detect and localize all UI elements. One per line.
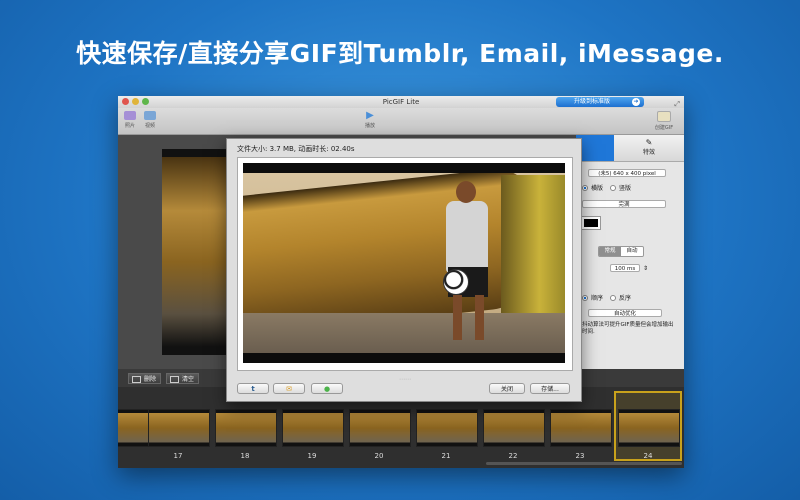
size-row: (未5) 640 x 400 pixel bbox=[588, 169, 666, 177]
clear-label: 清空 bbox=[182, 376, 195, 383]
toolbar-photo-label: 照片 bbox=[124, 123, 135, 129]
delay-row: 100 ms ⇕ bbox=[610, 264, 648, 272]
toolbar-create-gif-button[interactable]: 创建GIF bbox=[648, 111, 680, 131]
speed-row: 常规 自动 bbox=[598, 246, 644, 257]
frame-number: 20 bbox=[374, 452, 384, 460]
filmstrip-scrollbar[interactable] bbox=[486, 462, 682, 465]
play-icon: ▶ bbox=[366, 110, 374, 121]
tumblr-share-button[interactable]: t bbox=[237, 383, 269, 394]
toolbar-create-gif-label: 创建GIF bbox=[654, 125, 674, 131]
toolbar: 照片 视频 ▶ 播放 创建GIF bbox=[118, 108, 684, 135]
frame-number: 23 bbox=[575, 452, 585, 460]
upgrade-button[interactable]: 升级到标准版 ➜ bbox=[556, 97, 644, 107]
frame-thumbnail[interactable] bbox=[416, 409, 478, 447]
delete-label: 删除 bbox=[144, 376, 157, 383]
frame-thumbnail[interactable] bbox=[148, 409, 210, 447]
preview-person-leg bbox=[475, 295, 484, 340]
order-forward-radio[interactable] bbox=[582, 294, 588, 301]
toolbar-video-label: 视频 bbox=[144, 123, 155, 129]
toolbar-play-button[interactable]: ▶ 播放 bbox=[358, 110, 382, 130]
export-dialog: 文件大小: 3.7 MB, 动画时长: 02.40s ⋯⋯ t ✉ ● 关闭 存… bbox=[226, 138, 582, 402]
upgrade-label: 升级到标准版 bbox=[574, 98, 611, 105]
tumblr-icon: t bbox=[251, 385, 255, 393]
frame-thumbnail[interactable] bbox=[282, 409, 344, 447]
orientation-portrait-radio[interactable] bbox=[610, 184, 617, 191]
title-bar: PicGIF Lite 升级到标准版 ➜ ⤢ bbox=[118, 96, 684, 108]
zoom-window-button[interactable] bbox=[142, 98, 149, 105]
delete-frame-icon bbox=[132, 376, 141, 383]
dither-hint: 抖动算法可提升GIF质量但会增加输出时间. bbox=[582, 322, 674, 335]
orientation-landscape-label: 横版 bbox=[591, 185, 604, 192]
preview-person-leg bbox=[453, 295, 462, 340]
preview-person bbox=[446, 201, 488, 273]
clear-button[interactable]: 清空 bbox=[166, 373, 200, 384]
size-select[interactable]: (未5) 640 x 400 pixel bbox=[588, 169, 666, 177]
delay-input[interactable]: 100 ms bbox=[610, 264, 640, 272]
close-button[interactable]: 关闭 bbox=[489, 383, 525, 394]
frame-thumbnail[interactable] bbox=[550, 409, 612, 447]
toolbar-play-label: 播放 bbox=[364, 123, 375, 129]
order-reverse-radio[interactable] bbox=[610, 294, 617, 301]
window-controls bbox=[122, 98, 149, 105]
frame-thumbnail[interactable] bbox=[349, 409, 411, 447]
frame-number: 22 bbox=[508, 452, 518, 460]
color-row bbox=[581, 216, 601, 230]
arrow-right-icon: ➜ bbox=[632, 98, 640, 106]
preview-letterbox-bottom bbox=[243, 353, 565, 363]
tab-effects[interactable]: ✎ 特效 bbox=[614, 135, 684, 161]
fill-select[interactable]: 完满 bbox=[582, 200, 666, 208]
order-row: 顺序 反序 bbox=[582, 293, 631, 302]
speed-auto-option[interactable]: 自动 bbox=[621, 247, 643, 256]
delete-button[interactable]: 删除 bbox=[128, 373, 162, 384]
video-icon bbox=[144, 111, 156, 120]
headline: 快速保存/直接分享GIF到Tumblr, Email, iMessage. bbox=[76, 39, 724, 68]
gif-preview-frame bbox=[237, 157, 573, 371]
frame-thumbnail[interactable] bbox=[118, 409, 150, 447]
window-title: PicGIF Lite bbox=[382, 98, 420, 106]
order-reverse-label: 反序 bbox=[619, 295, 632, 302]
toolbar-video-button[interactable]: 视频 bbox=[138, 111, 162, 129]
gif-preview bbox=[243, 163, 565, 363]
orientation-landscape-radio[interactable] bbox=[582, 184, 588, 191]
message-bubble-icon: ● bbox=[323, 385, 331, 393]
frame-number: 21 bbox=[441, 452, 451, 460]
color-swatch[interactable] bbox=[581, 216, 601, 230]
settings-panel: ✎ 特效 (未5) 640 x 400 pixel 横版 竖版 完满 常规 自动… bbox=[576, 135, 684, 369]
fill-row: 完满 bbox=[582, 200, 666, 208]
frame-number-selected: 24 bbox=[643, 452, 653, 460]
create-gif-icon bbox=[657, 111, 671, 122]
orientation-row: 横版 竖版 bbox=[582, 183, 631, 192]
frame-number: 17 bbox=[173, 452, 183, 460]
preview-machine bbox=[501, 175, 565, 325]
imessage-share-button[interactable]: ● bbox=[311, 383, 343, 394]
stepper-icon[interactable]: ⇕ bbox=[643, 265, 648, 272]
email-share-button[interactable]: ✉ bbox=[273, 383, 305, 394]
frame-thumbnail[interactable] bbox=[215, 409, 277, 447]
optimize-select[interactable]: 自动优化 bbox=[588, 309, 662, 317]
mail-icon: ✉ bbox=[286, 385, 292, 393]
orientation-portrait-label: 竖版 bbox=[619, 185, 632, 192]
wand-icon: ✎ bbox=[645, 138, 653, 147]
preview-ball bbox=[443, 269, 469, 295]
order-forward-label: 顺序 bbox=[591, 295, 604, 302]
tab-effects-label: 特效 bbox=[642, 149, 655, 156]
settings-tabs: ✎ 特效 bbox=[576, 135, 684, 162]
save-button[interactable]: 存储... bbox=[530, 383, 570, 394]
preview-person-head bbox=[456, 181, 476, 203]
speed-mode-segment: 常规 自动 bbox=[598, 246, 644, 257]
preview-letterbox-top bbox=[243, 163, 565, 173]
close-window-button[interactable] bbox=[122, 98, 129, 105]
preview-ground bbox=[243, 313, 565, 353]
dialog-grip-icon: ⋯⋯ bbox=[399, 376, 411, 383]
frame-number: 18 bbox=[240, 452, 250, 460]
optimize-row: 自动优化 bbox=[588, 309, 662, 317]
photo-icon bbox=[124, 111, 136, 120]
frame-thumbnail[interactable] bbox=[483, 409, 545, 447]
frame-thumbnail-selected[interactable] bbox=[618, 409, 680, 447]
speed-normal-option[interactable]: 常规 bbox=[599, 247, 621, 256]
clear-frames-icon bbox=[170, 376, 179, 383]
file-info: 文件大小: 3.7 MB, 动画时长: 02.40s bbox=[237, 145, 355, 153]
minimize-window-button[interactable] bbox=[132, 98, 139, 105]
frame-number: 19 bbox=[307, 452, 317, 460]
